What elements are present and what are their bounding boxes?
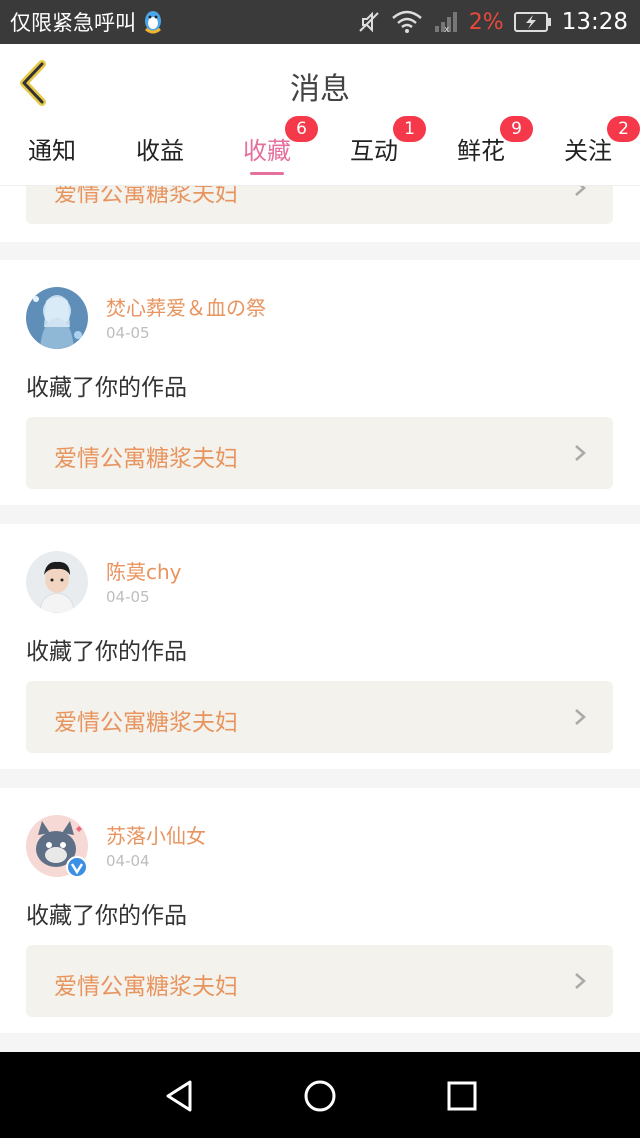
- work-title: 爱情公寓糖浆夫妇: [54, 446, 238, 472]
- list-item: 爱情公寓糖浆夫妇: [0, 186, 640, 242]
- list-item: 陈莫chy 04-05 收藏了你的作品 爱情公寓糖浆夫妇: [0, 524, 640, 769]
- avatar[interactable]: [26, 551, 88, 613]
- action-text: 收藏了你的作品: [26, 639, 187, 665]
- back-triangle-icon[interactable]: [158, 1074, 202, 1118]
- tab-notice[interactable]: 通知: [12, 124, 92, 186]
- work-link[interactable]: 爱情公寓糖浆夫妇: [26, 945, 613, 1017]
- avatar-image: [26, 551, 88, 613]
- avatar[interactable]: [26, 287, 88, 349]
- action-text: 收藏了你的作品: [26, 375, 187, 401]
- message-date: 04-05: [106, 324, 150, 342]
- chevron-right-icon: [575, 186, 586, 196]
- avatar-image: [26, 287, 88, 349]
- status-bar: 仅限紧急呼叫 x 2% 13:28: [0, 0, 640, 44]
- work-link[interactable]: 爱情公寓糖浆夫妇: [26, 417, 613, 489]
- battery-percent: 2%: [468, 9, 504, 35]
- chevron-right-icon: [575, 709, 586, 725]
- message-date: 04-05: [106, 588, 150, 606]
- tab-bar: 通知 收益 收藏 互动 鲜花 关注: [0, 124, 640, 186]
- verified-v-icon: [66, 856, 88, 878]
- user-name[interactable]: 陈莫chy: [106, 556, 182, 585]
- mute-icon: [359, 11, 379, 33]
- clock: 13:28: [561, 9, 628, 35]
- qq-penguin-icon: [145, 11, 161, 34]
- wifi-icon: [391, 10, 422, 33]
- svg-text:x: x: [444, 25, 450, 34]
- signal-icon: x: [434, 12, 457, 34]
- home-circle-icon[interactable]: [298, 1074, 342, 1118]
- work-link[interactable]: 爱情公寓糖浆夫妇: [26, 681, 613, 753]
- tab-badge-flowers: 9: [500, 116, 533, 142]
- message-date: 04-04: [106, 852, 150, 870]
- tab-badge-favorites: 6: [285, 116, 318, 142]
- recents-square-icon[interactable]: [440, 1074, 484, 1118]
- tab-badge-follow: 2: [607, 116, 640, 142]
- battery-charging-icon: [513, 12, 551, 32]
- active-tab-indicator: [250, 172, 284, 175]
- action-text: 收藏了你的作品: [26, 903, 187, 929]
- page-title: 消息: [290, 72, 350, 107]
- work-title: 爱情公寓糖浆夫妇: [54, 186, 238, 207]
- tab-earnings[interactable]: 收益: [120, 124, 200, 186]
- work-title: 爱情公寓糖浆夫妇: [54, 710, 238, 736]
- list-item: 焚心葬爱＆血の祭 04-05 收藏了你的作品 爱情公寓糖浆夫妇: [0, 260, 640, 505]
- work-link[interactable]: 爱情公寓糖浆夫妇: [26, 186, 613, 224]
- chevron-right-icon: [575, 445, 586, 461]
- message-feed[interactable]: 爱情公寓糖浆夫妇 焚心葬爱＆血の祭 04-05 收藏了你的作品 爱情公寓糖浆夫妇: [0, 186, 640, 1052]
- chevron-right-icon: [575, 973, 586, 989]
- header: 消息: [0, 44, 640, 124]
- status-notice: 仅限紧急呼叫: [10, 11, 136, 35]
- user-name[interactable]: 焚心葬爱＆血の祭: [106, 292, 266, 321]
- work-title: 爱情公寓糖浆夫妇: [54, 974, 238, 1000]
- list-item: 苏落小仙女 04-04 收藏了你的作品 爱情公寓糖浆夫妇: [0, 788, 640, 1033]
- system-navigation-bar: [0, 1052, 640, 1138]
- tab-badge-interaction: 1: [393, 116, 426, 142]
- user-name[interactable]: 苏落小仙女: [106, 820, 206, 849]
